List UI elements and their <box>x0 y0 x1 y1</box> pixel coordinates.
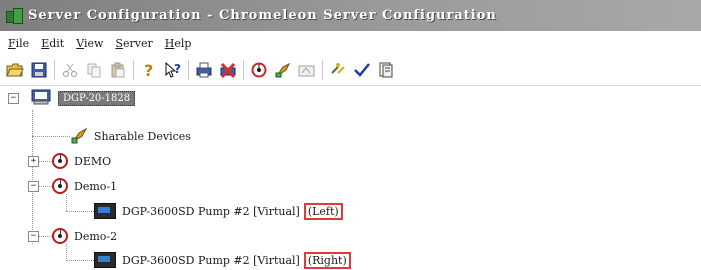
menu-file[interactable]: File <box>8 37 29 50</box>
menu-edit[interactable]: Edit <box>41 37 64 50</box>
tree-item-pump-left[interactable]: DGP-3600SD Pump #2 [Virtual] (Left) <box>94 201 343 221</box>
demo-2-collapse-toggle[interactable]: − <box>28 231 39 242</box>
properties-icon[interactable] <box>298 61 316 79</box>
help-icon[interactable]: ? <box>140 61 158 79</box>
check-icon[interactable] <box>353 61 371 79</box>
window-title: Server Configuration - Chromeleon Server… <box>28 8 497 23</box>
sharable-devices-icon <box>70 126 88 147</box>
link-icon[interactable] <box>329 61 347 79</box>
demo-1-collapse-toggle[interactable]: − <box>28 181 39 192</box>
pump-icon <box>94 203 116 219</box>
sharable-devices-label: Sharable Devices <box>94 129 191 143</box>
server-icon <box>30 88 52 109</box>
instrument-label: Demo-1 <box>74 179 118 193</box>
pump-side-tag: (Left) <box>303 202 343 220</box>
tree-item-instrument-demo[interactable]: DEMO <box>52 151 111 171</box>
add-instrument-icon[interactable] <box>250 61 268 79</box>
server-tree: − DGP-20-1828 Sharable Devices + DEMO − … <box>0 88 701 269</box>
instrument-label: Demo-2 <box>74 229 118 243</box>
paste-icon[interactable] <box>109 61 127 79</box>
cut-icon[interactable] <box>61 61 79 79</box>
pump-icon <box>94 252 116 268</box>
tree-item-sharable-devices[interactable]: Sharable Devices <box>70 126 191 146</box>
tree-item-instrument-demo-1[interactable]: Demo-1 <box>52 176 117 196</box>
pump-label: DGP-3600SD Pump #2 [Virtual] <box>122 253 300 267</box>
title-bar: Server Configuration - Chromeleon Server… <box>0 0 701 31</box>
print-icon[interactable] <box>195 61 213 79</box>
instrument-label: DEMO <box>74 154 112 168</box>
instrument-icon <box>52 178 68 194</box>
menu-help[interactable]: Help <box>165 37 192 50</box>
tree-item-server[interactable]: DGP-20-1828 <box>30 88 136 109</box>
menu-bar: File Edit View Server Help <box>0 31 701 55</box>
pump-label: DGP-3600SD Pump #2 [Virtual] <box>122 204 300 218</box>
menu-server[interactable]: Server <box>115 37 152 50</box>
server-collapse-toggle[interactable]: − <box>8 93 19 104</box>
tree-item-pump-right[interactable]: DGP-3600SD Pump #2 [Virtual] (Right) <box>94 250 351 270</box>
tree-item-instrument-demo-2[interactable]: Demo-2 <box>52 226 117 246</box>
menu-view[interactable]: View <box>76 37 103 50</box>
open-folder-icon[interactable] <box>6 61 24 79</box>
instrument-icon <box>52 228 68 244</box>
context-help-icon[interactable]: ? <box>164 61 182 79</box>
demo-expand-toggle[interactable]: + <box>28 156 39 167</box>
toolbar: ? ? <box>0 55 701 86</box>
svg-text:?: ? <box>144 61 153 79</box>
app-icon <box>6 7 23 24</box>
delete-icon[interactable] <box>219 61 237 79</box>
add-module-icon[interactable] <box>274 61 292 79</box>
server-name: DGP-20-1828 <box>58 90 136 106</box>
pump-side-tag: (Right) <box>303 251 351 269</box>
instrument-icon <box>52 153 68 169</box>
svg-text:?: ? <box>174 62 181 76</box>
copy-icon[interactable] <box>85 61 103 79</box>
save-icon[interactable] <box>30 61 48 79</box>
report-icon[interactable] <box>377 61 395 79</box>
